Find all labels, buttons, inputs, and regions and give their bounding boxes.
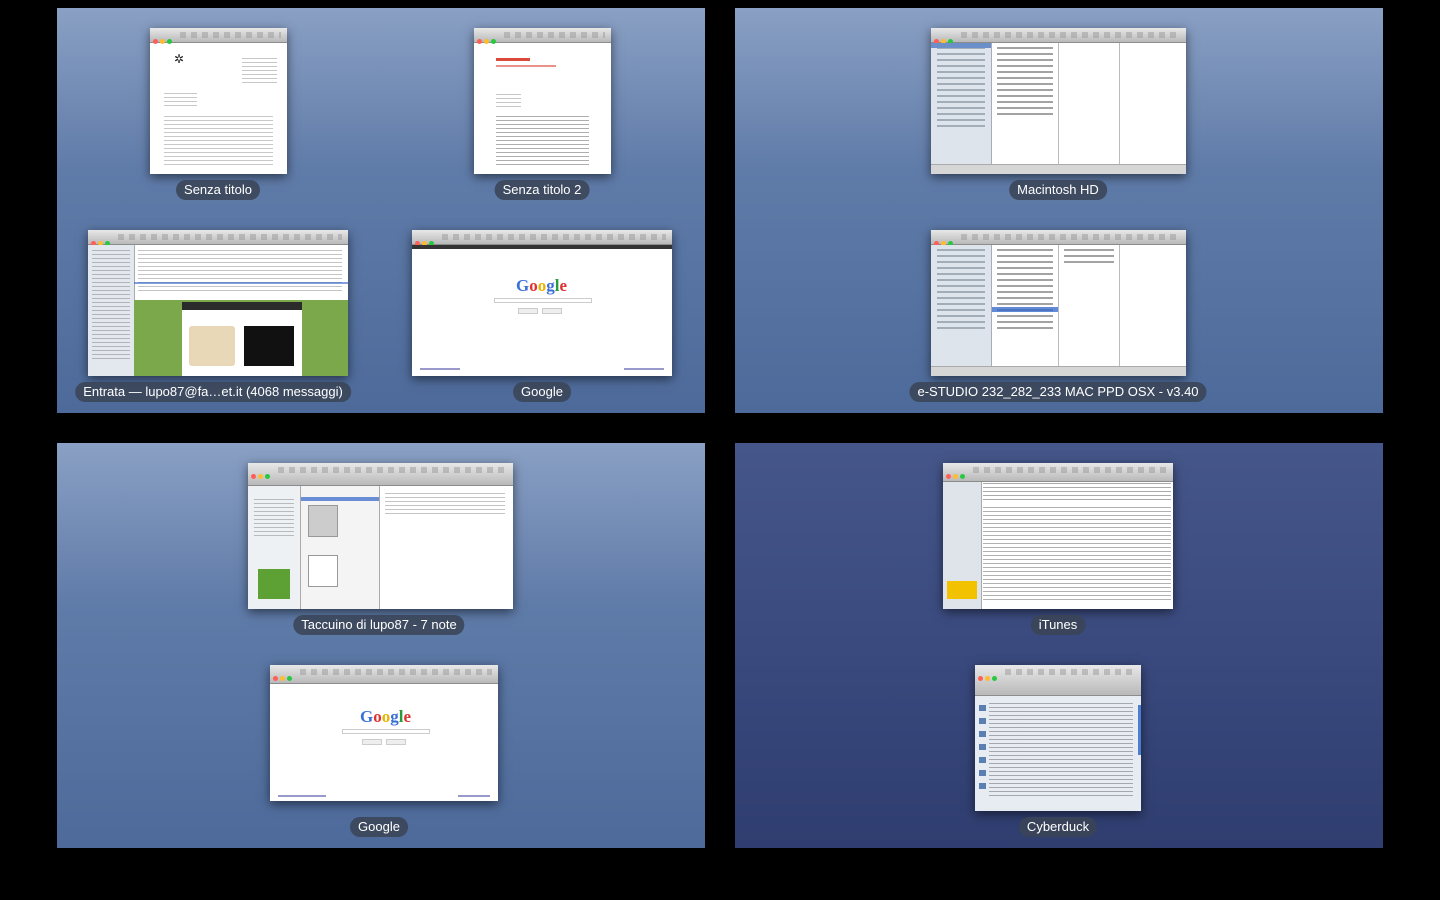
finder-sidebar <box>931 245 992 366</box>
window-titlebar <box>975 665 1141 696</box>
window-senza-titolo[interactable]: ✲ <box>150 28 287 174</box>
window-label: Google <box>350 817 408 837</box>
space-4[interactable]: iTunes Cyberduck <box>735 443 1383 848</box>
window-finder-macintosh-hd[interactable] <box>931 28 1186 174</box>
window-cyberduck[interactable] <box>975 665 1141 811</box>
window-google[interactable]: Google <box>412 230 672 376</box>
window-finder-e-studio[interactable] <box>931 230 1186 376</box>
window-label: Taccuino di lupo87 - 7 note <box>293 615 465 635</box>
space-2[interactable]: Macintosh HD e-STUDIO 232_282_233 MAC PP… <box>735 8 1383 413</box>
google-logo: Google <box>516 276 568 295</box>
finder-sidebar <box>931 43 992 164</box>
window-label: Senza titolo 2 <box>494 180 590 200</box>
window-titlebar <box>412 230 672 246</box>
google-search-box <box>342 729 430 734</box>
window-label: iTunes <box>1030 615 1086 635</box>
window-google-2[interactable]: Google <box>270 665 498 801</box>
window-titlebar <box>931 28 1186 44</box>
window-titlebar <box>248 463 513 486</box>
window-titlebar <box>474 28 611 44</box>
window-senza-titolo-2[interactable] <box>474 28 611 174</box>
window-titlebar <box>270 665 498 684</box>
window-label: e-STUDIO 232_282_233 MAC PPD OSX - v3.40 <box>909 382 1207 402</box>
window-itunes[interactable] <box>943 463 1173 609</box>
window-label: Macintosh HD <box>1009 180 1107 200</box>
window-titlebar <box>88 230 348 246</box>
window-label: Senza titolo <box>176 180 260 200</box>
window-titlebar <box>931 230 1186 246</box>
google-logo: Google <box>360 707 412 726</box>
window-label: Entrata — lupo87@fa…et.it (4068 messaggi… <box>75 382 351 402</box>
asterisk-icon: ✲ <box>174 52 185 66</box>
google-search-box <box>494 298 592 303</box>
space-1[interactable]: ✲ Senza titolo Senza titolo 2 Entrata — … <box>57 8 705 413</box>
window-evernote[interactable] <box>248 463 513 609</box>
window-label: Cyberduck <box>1018 817 1098 837</box>
window-titlebar <box>943 463 1173 482</box>
window-label: Google <box>513 382 571 402</box>
window-titlebar <box>150 28 287 44</box>
space-3[interactable]: Taccuino di lupo87 - 7 note Google Googl… <box>57 443 705 848</box>
window-mail-inbox[interactable] <box>88 230 348 376</box>
